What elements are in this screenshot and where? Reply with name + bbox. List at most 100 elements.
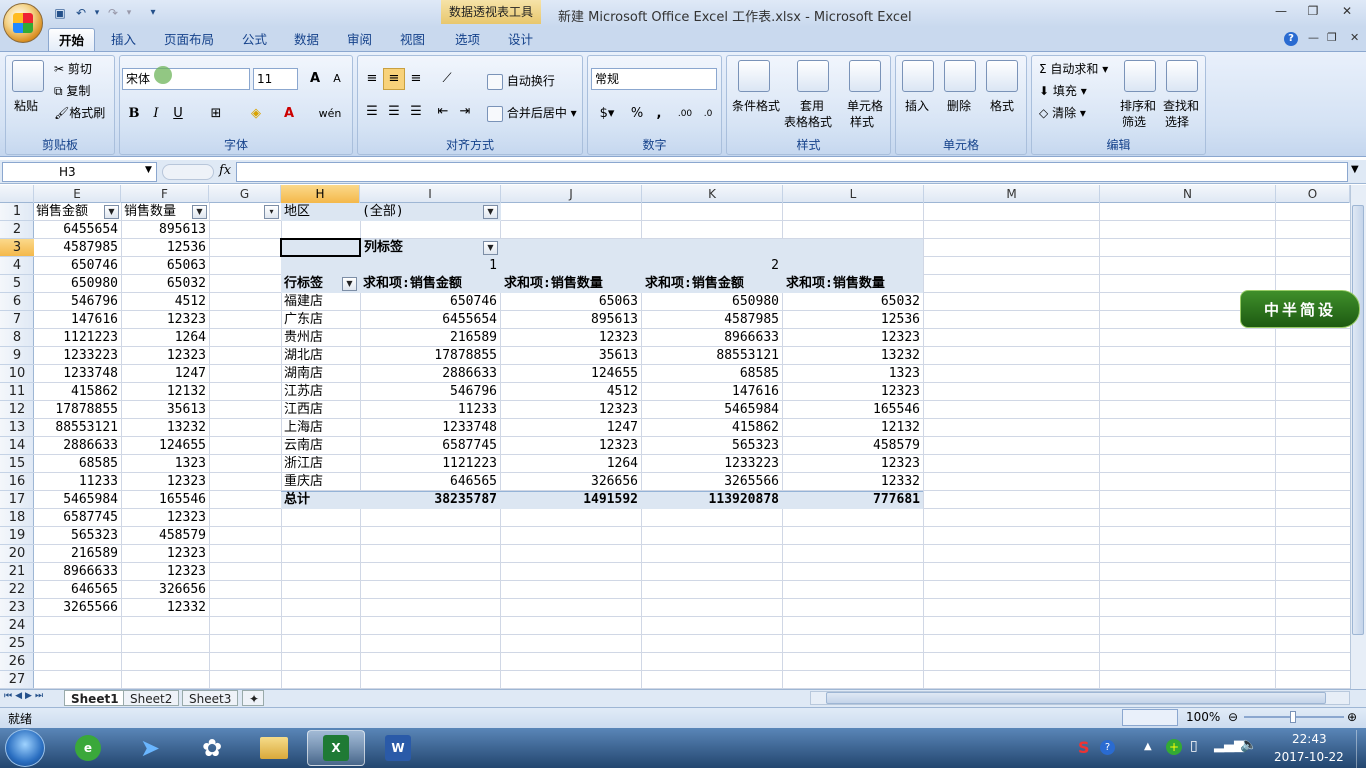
col-header-e[interactable]: E [34,185,121,203]
pivot-value-cell[interactable]: 6455654 [360,311,500,329]
pivot-value-cell[interactable]: 12132 [782,419,923,437]
zoom-out-icon[interactable]: ⊖ [1228,710,1238,724]
row-header-10[interactable]: 10 [0,365,34,383]
cell-f18[interactable]: 12323 [121,509,209,527]
pivot-value-cell[interactable]: 165546 [782,401,923,419]
col-header-l[interactable]: L [783,185,924,203]
pivot-value-cell[interactable]: 5465984 [641,401,782,419]
paste-button[interactable]: 粘贴 [14,97,38,114]
col-header-o[interactable]: O [1276,185,1350,203]
active-cell-h3[interactable] [280,238,361,257]
conditional-format-icon[interactable] [738,60,770,92]
row-header-5[interactable]: 5 [0,275,34,293]
font-color-icon[interactable]: A [278,103,300,125]
cell-f9[interactable]: 12323 [121,347,209,365]
fx-icon[interactable]: fx [219,163,231,178]
number-format-box[interactable]: 常规 [591,68,717,90]
pivot-row-name[interactable]: 江苏店 [284,383,323,401]
bold-button[interactable]: B [123,103,145,125]
pivot-value-cell[interactable]: 650746 [360,293,500,311]
pivot-value-cell[interactable]: 12332 [782,473,923,491]
cell-f5[interactable]: 65032 [121,275,209,293]
zoom-slider-thumb[interactable] [1290,711,1296,723]
pivot-value-cell[interactable]: 1233748 [360,419,500,437]
cell-f12[interactable]: 35613 [121,401,209,419]
clock-date[interactable]: 2017-10-22 [1274,750,1344,764]
pivot-value-cell[interactable]: 12323 [782,383,923,401]
show-desktop-button[interactable] [1356,730,1366,768]
pivot-value-cell[interactable]: 1264 [500,455,641,473]
fill-color-icon[interactable]: ◈ [245,103,267,125]
pivot-value-cell[interactable]: 68585 [641,365,782,383]
pivot-value-cell[interactable]: 326656 [500,473,641,491]
font-size-box[interactable]: 11 [253,68,298,90]
pivot-value-cell[interactable]: 35613 [500,347,641,365]
row-header-7[interactable]: 7 [0,311,34,329]
col-header-h[interactable]: H [281,185,360,203]
minimize-button[interactable]: — [1270,4,1292,20]
sheet-tab-2[interactable]: Sheet2 [123,690,180,706]
pivot-value-cell[interactable]: 4512 [500,383,641,401]
row-header-4[interactable]: 4 [0,257,34,275]
cell-e21[interactable]: 8966633 [34,563,121,581]
pivot-value-cell[interactable]: 565323 [641,437,782,455]
pivot-value-cell[interactable]: 12323 [782,329,923,347]
taskbar-excel[interactable]: X [307,730,365,766]
col-header-g[interactable]: G [209,185,281,203]
increase-indent-icon[interactable]: ⇥ [454,101,476,123]
tab-view[interactable]: 视图 [390,28,435,51]
pivot-row-name[interactable]: 江西店 [284,401,323,419]
row-header-27[interactable]: 27 [0,671,34,689]
office-button[interactable] [3,3,43,43]
cell-f6[interactable]: 4512 [121,293,209,311]
sheet-nav-icons[interactable]: ⏮◀▶⏭ [4,691,46,701]
row-header-15[interactable]: 15 [0,455,34,473]
row-header-6[interactable]: 6 [0,293,34,311]
close-button[interactable]: ✕ [1336,4,1358,20]
cell-e17[interactable]: 5465984 [34,491,121,509]
cell-f22[interactable]: 326656 [121,581,209,599]
grow-font-button[interactable]: A [304,68,326,90]
row-header-19[interactable]: 19 [0,527,34,545]
ribbon-minimize-icon[interactable]: — [1308,31,1319,44]
expand-formula-icon[interactable]: ▼ [1351,164,1359,175]
tab-home[interactable]: 开始 [48,28,96,51]
row-header-11[interactable]: 11 [0,383,34,401]
filter-active-dropdown-g[interactable]: ▾ [264,205,279,219]
decrease-decimal-icon[interactable]: .0 [697,103,719,125]
sort-filter-label-2[interactable]: 筛选 [1122,113,1146,130]
cell-f3[interactable]: 12536 [121,239,209,257]
pivot-value-cell[interactable]: 12323 [782,455,923,473]
align-middle-icon[interactable]: ≡ [383,68,405,90]
row-header-18[interactable]: 18 [0,509,34,527]
pivot-row-name[interactable]: 浙江店 [284,455,323,473]
row-header-9[interactable]: 9 [0,347,34,365]
row-header-23[interactable]: 23 [0,599,34,617]
restore-button[interactable]: ❐ [1302,4,1324,20]
insert-sheet-icon[interactable]: ✦ [242,690,264,706]
tab-review[interactable]: 审阅 [337,28,382,51]
pivot-value-cell[interactable]: 88553121 [641,347,782,365]
format-cells-button[interactable]: 格式 [990,97,1014,114]
sheet-tab-3[interactable]: Sheet3 [182,690,239,706]
pivot-value-cell[interactable]: 3265566 [641,473,782,491]
cell-f7[interactable]: 12323 [121,311,209,329]
cell-grid[interactable]: 销售金额 ▼ 销售数量 ▼ ▾ 地区 (全部) ▼ 列标签 ▼ 1 2 行标签 … [34,203,1350,689]
insert-cells-button[interactable]: 插入 [905,97,929,114]
cell-f17[interactable]: 165546 [121,491,209,509]
tray-battery-icon[interactable]: ▯ [1190,738,1198,754]
tray-plus-icon[interactable]: + [1166,739,1182,755]
pivot-value-cell[interactable]: 12536 [782,311,923,329]
italic-button[interactable]: I [145,103,167,125]
insert-cells-icon[interactable] [902,60,934,92]
redo-icon[interactable]: ↷ [105,5,121,21]
row-header-21[interactable]: 21 [0,563,34,581]
pivot-value-cell[interactable]: 415862 [641,419,782,437]
pivot-value-cell[interactable]: 1121223 [360,455,500,473]
wrap-text-button[interactable]: 自动换行 [487,72,555,90]
tray-volume-icon[interactable]: 🔈 [1240,737,1257,753]
cell-e22[interactable]: 646565 [34,581,121,599]
tab-data[interactable]: 数据 [284,28,329,51]
tab-options[interactable]: 选项 [445,28,490,51]
sheet-tab-1[interactable]: Sheet1 [64,690,126,706]
